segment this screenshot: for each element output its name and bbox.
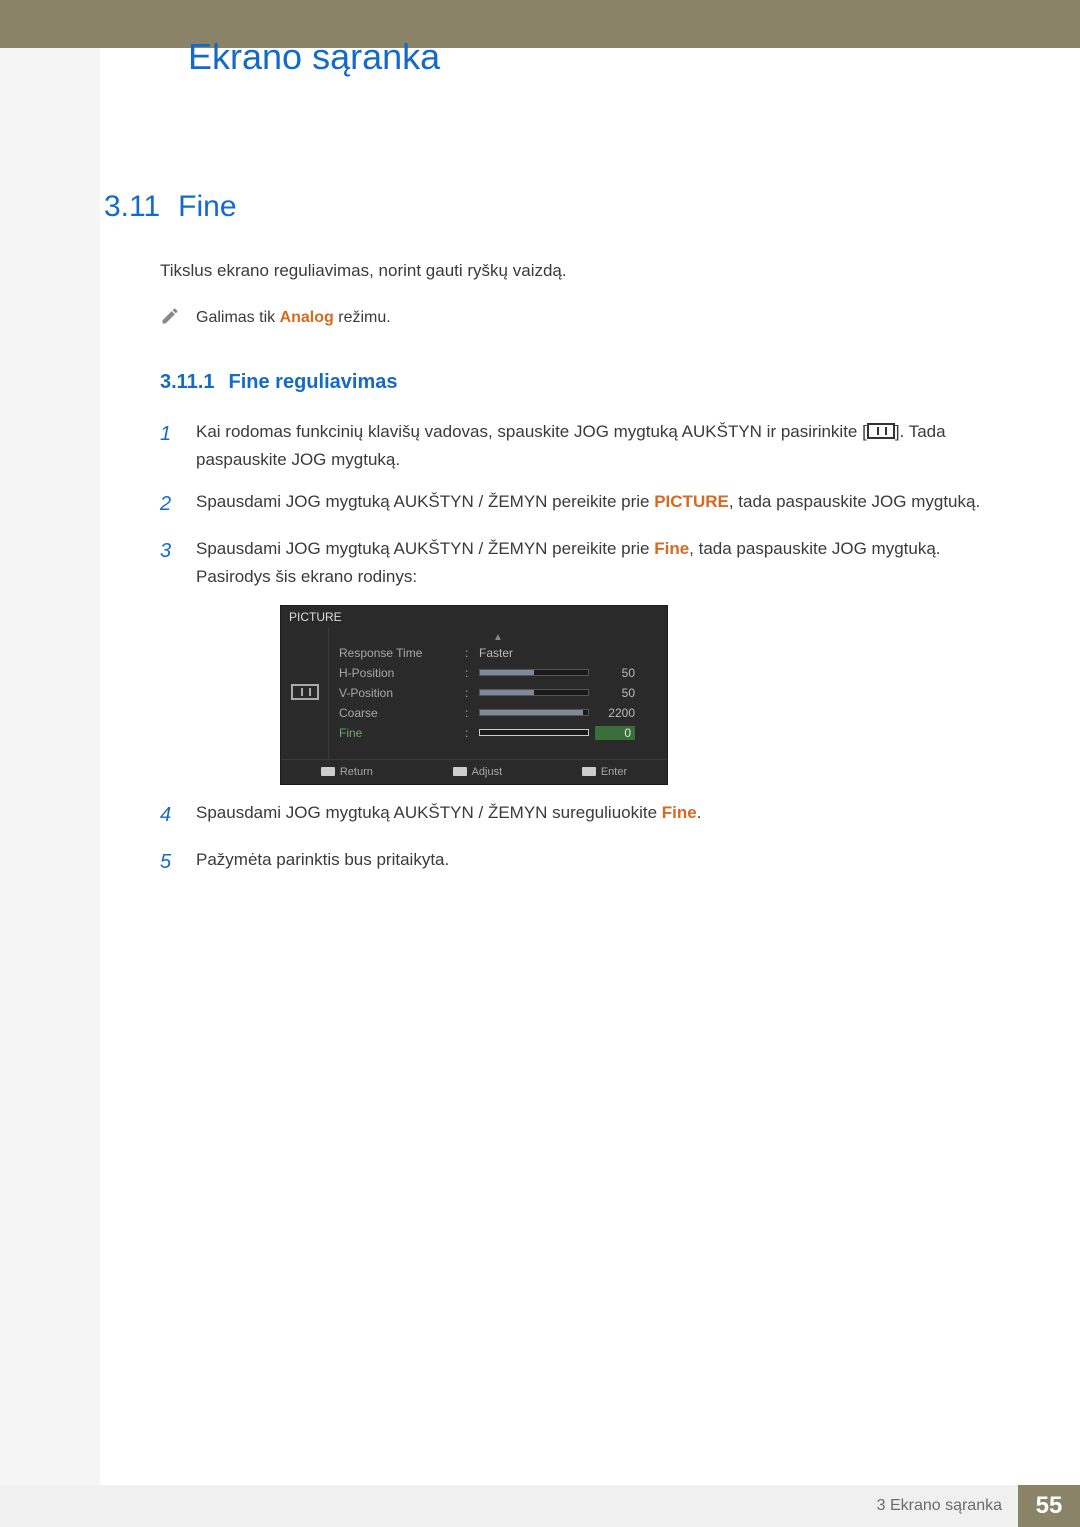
step-5: 5 Pažymėta parinktis bus pritaikyta. [160,846,1000,879]
footer-page-number: 55 [1018,1485,1080,1527]
step-number: 5 [160,846,178,879]
menu-icon [867,423,895,439]
osd-category-icon [281,628,329,759]
accent-fine: Fine [662,803,697,822]
t: Kai rodomas funkcinių klavišų vadovas, s… [196,422,867,441]
osd-row-h-position: H-Position : 50 [339,663,657,683]
subsection-title: Fine reguliavimas [229,371,398,394]
step-4: 4 Spausdami JOG mygtuką AUKŠTYN / ŽEMYN … [160,799,1000,832]
note-prefix: Galimas tik [196,309,280,326]
osd-footer: Return Adjust Enter [281,759,667,784]
step-number: 1 [160,418,178,474]
osd-value: 50 [595,666,635,680]
accent-picture: PICTURE [654,492,729,511]
osd-enter: Enter [582,766,627,778]
osd-label: Response Time [339,646,459,660]
osd-value-text: Faster [479,646,657,660]
t: . [697,803,702,822]
step-3: 3 Spausdami JOG mygtuką AUKŠTYN / ŽEMYN … [160,535,1000,591]
osd-adjust: Adjust [453,766,503,778]
osd-title: PICTURE [281,606,667,628]
osd-label: Fine [339,726,459,740]
note-suffix: režimu. [334,309,391,326]
note-block: Galimas tik Analog režimu. [160,306,1000,331]
step-text: Pažymėta parinktis bus pritaikyta. [196,846,449,879]
t: Spausdami JOG mygtuką AUKŠTYN / ŽEMYN su… [196,803,662,822]
osd-row-coarse: Coarse : 2200 [339,703,657,723]
osd-slider [479,669,589,676]
osd-slider [479,709,589,716]
t: Spausdami JOG mygtuką AUKŠTYN / ŽEMYN pe… [196,492,654,511]
osd-list: ▲ Response Time : Faster H-Position : 50… [329,628,667,759]
step-text: Spausdami JOG mygtuką AUKŠTYN / ŽEMYN pe… [196,535,1000,591]
osd-row-response-time: Response Time : Faster [339,643,657,663]
osd-label: H-Position [339,666,459,680]
accent-fine: Fine [654,539,689,558]
osd-slider [479,689,589,696]
step-text: Kai rodomas funkcinių klavišų vadovas, s… [196,418,1000,474]
subsection-number: 3.11.1 [160,371,215,394]
step-number: 4 [160,799,178,832]
note-text: Galimas tik Analog režimu. [196,309,391,327]
osd-value: 50 [595,686,635,700]
scroll-up-icon: ▲ [339,632,657,643]
section-number: 3.11 [104,190,160,224]
chapter-title: Ekrano sąranka [188,36,440,78]
page-footer: 3 Ekrano sąranka 55 [0,1485,1080,1527]
steps-list: 1 Kai rodomas funkcinių klavišų vadovas,… [160,418,1000,879]
section-intro: Tikslus ekrano reguliavimas, norint gaut… [160,258,1000,284]
footer-chapter-label: 3 Ekrano sąranka [0,1485,1018,1527]
osd-screenshot: PICTURE ▲ Response Time : Faster H-Posit… [280,605,668,785]
t: Spausdami JOG mygtuką AUKŠTYN / ŽEMYN pe… [196,539,654,558]
left-margin [0,48,100,1485]
osd-value: 2200 [595,706,635,720]
menu-icon [291,684,319,700]
osd-row-fine: Fine : 0 [339,723,657,743]
step-number: 3 [160,535,178,591]
section-heading: 3.11 Fine [104,190,1000,224]
step-text: Spausdami JOG mygtuką AUKŠTYN / ŽEMYN pe… [196,488,980,521]
osd-label: Coarse [339,706,459,720]
subsection-heading: 3.11.1 Fine reguliavimas [160,371,1000,394]
t: , tada paspauskite JOG mygtuką. [729,492,980,511]
top-bar [0,0,1080,48]
osd-row-v-position: V-Position : 50 [339,683,657,703]
step-2: 2 Spausdami JOG mygtuką AUKŠTYN / ŽEMYN … [160,488,1000,521]
note-icon [160,306,180,331]
osd-value: 0 [595,726,635,740]
page-content: 3.11 Fine Tikslus ekrano reguliavimas, n… [104,190,1000,893]
step-text: Spausdami JOG mygtuką AUKŠTYN / ŽEMYN su… [196,799,701,832]
section-title: Fine [178,190,236,224]
osd-return: Return [321,766,373,778]
step-1: 1 Kai rodomas funkcinių klavišų vadovas,… [160,418,1000,474]
osd-label: V-Position [339,686,459,700]
step-number: 2 [160,488,178,521]
osd-slider [479,729,589,736]
note-accent: Analog [280,309,334,326]
